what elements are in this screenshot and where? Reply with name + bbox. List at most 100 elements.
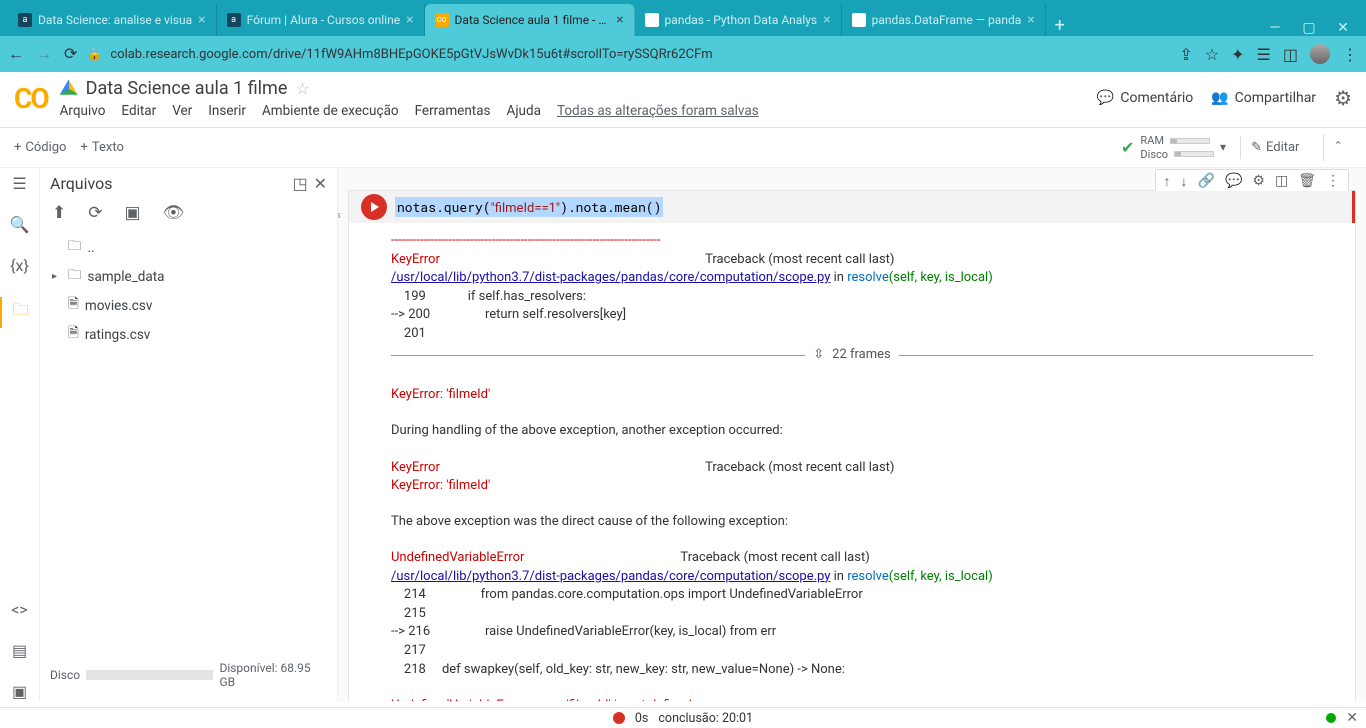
star-doc-icon[interactable]: ☆ [295,79,309,98]
close-icon[interactable]: × [1027,12,1034,28]
add-text-button[interactable]: + Texto [80,140,123,155]
browser-tab-active[interactable]: coData Science aula 1 filme - Co× [425,4,635,36]
more-cell-icon[interactable]: ⋮ [1326,173,1340,190]
favicon-icon: a [18,13,32,27]
menu-ferramentas[interactable]: Ferramentas [415,103,491,119]
browser-tab[interactable]: aFórum | Alura - Cursos online× [217,4,425,36]
browser-tabstrip: aData Science: analise e visua× aFórum |… [0,0,1366,36]
reload-icon[interactable]: ⟳ [64,44,77,64]
back-icon[interactable]: ← [8,44,24,64]
close-window-icon[interactable]: ✕ [1328,20,1358,36]
favicon-icon: | | [645,13,659,27]
panel-popout-icon[interactable]: ◳ [292,174,307,193]
menu-icon[interactable]: ⋮ [1342,45,1358,64]
code-cell[interactable]: ↑ ↓ 🔗 💬 ⚙ ◫ 🗑 ⋮ 0s notas.query("filmeId=… [348,190,1356,701]
share-url-icon[interactable]: ⇪ [1179,45,1192,64]
ram-bar [1170,138,1210,144]
profile-avatar[interactable] [1310,44,1330,64]
error-indicator: 0s [338,195,341,221]
comment-button[interactable]: 💬 Comentário [1097,90,1193,106]
menu-runtime[interactable]: Ambiente de execução [262,103,399,119]
mount-drive-icon[interactable]: ▣ [125,203,141,223]
toc-icon[interactable]: ☰ [12,174,26,193]
favicon-icon: a [227,13,241,27]
code-input[interactable]: notas.query("filmeId==1").nota.mean() [395,197,663,217]
disk-bar [1174,151,1214,157]
visibility-off-icon[interactable]: 👁 [163,203,185,223]
collapse-button[interactable]: ˆ [1323,134,1352,161]
terminal-icon[interactable]: ▣ [12,682,27,701]
files-icon[interactable]: 🗀 [0,297,39,328]
file-tree: 🗀 .. ▸🗀 sample_data 🗎 movies.csv 🗎 ratin… [50,233,327,349]
code-snippets-icon[interactable]: <> [11,600,28,619]
save-status[interactable]: Todas as alterações foram salvas [557,103,759,119]
forward-icon[interactable]: → [36,44,52,64]
notebook-main[interactable]: ↑ ↓ 🔗 💬 ⚙ ◫ 🗑 ⋮ 0s notas.query("filmeId=… [338,168,1366,701]
disk-usage: Disco Disponível: 68.95 GB [50,655,327,695]
panel-close-icon[interactable]: ✕ [314,174,327,193]
menu-ver[interactable]: Ver [172,103,192,119]
upload-icon[interactable]: ⬆ [52,203,66,223]
files-panel: Arquivos ◳ ✕ ⬆ ⟳ ▣ 👁 🗀 .. ▸🗀 sample_data… [40,168,338,701]
menu-arquivo[interactable]: Arquivo [60,103,106,119]
colab-header: CO Data Science aula 1 filme ☆ Arquivo E… [0,72,1366,128]
variables-icon[interactable]: {x} [10,256,29,275]
browser-tab[interactable]: aData Science: analise e visua× [8,4,217,36]
edit-button[interactable]: ✎ Editar [1240,136,1309,159]
status-connected-icon [1326,713,1336,723]
gear-icon[interactable]: ⚙ [1334,86,1352,110]
notebook-toolbar: + Código + Texto ✔ RAM Disco ▾ ✎ Editar … [0,128,1366,168]
doc-title[interactable]: Data Science aula 1 filme [86,78,288,99]
colab-logo-icon[interactable]: CO [14,82,48,115]
tree-file[interactable]: 🗎 ratings.csv [50,320,327,349]
new-tab-button[interactable]: + [1046,15,1074,36]
delete-cell-icon[interactable]: 🗑 [1298,173,1316,190]
window-controls: — ▢ ✕ [1260,20,1358,36]
frames-expander[interactable]: ⇳22 frames [391,346,1313,364]
close-icon[interactable]: × [616,12,623,28]
sidepanel-icon[interactable]: ◫ [1283,45,1298,64]
minimize-icon[interactable]: — [1260,20,1290,36]
address-bar: ← → ⟳ 🔒 colab.research.google.com/drive/… [0,36,1366,72]
close-icon[interactable]: × [406,12,413,28]
colab-icon: co [435,13,449,27]
reading-list-icon[interactable]: ☰ [1257,45,1271,64]
link-cell-icon[interactable]: 🔗 [1198,173,1215,190]
menu-ajuda[interactable]: Ajuda [507,103,541,119]
menu-inserir[interactable]: Inserir [208,103,246,119]
exec-time: 0s [338,211,341,221]
cell-input: notas.query("filmeId==1").nota.mean() [349,191,1355,223]
status-close-icon[interactable]: ✕ [1346,710,1358,726]
settings-cell-icon[interactable]: ⚙ [1252,173,1265,190]
share-button[interactable]: 👥 Compartilhar [1211,90,1316,106]
run-button[interactable] [361,194,387,220]
add-code-button[interactable]: + Código [14,140,66,155]
favicon-icon: | | [852,13,866,27]
close-icon[interactable]: × [198,12,205,28]
browser-tab[interactable]: | |pandas - Python Data Analys× [635,4,842,36]
star-icon[interactable]: ☆ [1205,45,1219,64]
menu-editar[interactable]: Editar [121,103,156,119]
close-icon[interactable]: × [823,12,830,28]
chevron-down-icon[interactable]: ▾ [1220,140,1226,154]
status-error-icon [613,712,625,724]
command-palette-icon[interactable]: ▤ [12,641,27,660]
mirror-cell-icon[interactable]: ◫ [1275,173,1288,190]
move-down-icon[interactable]: ↓ [1181,173,1188,190]
url-field[interactable]: 🔒 colab.research.google.com/drive/11fW9A… [87,47,1169,62]
maximize-icon[interactable]: ▢ [1294,20,1324,36]
left-rail: ☰ 🔍 {x} 🗀 <> ▤ ▣ [0,168,40,701]
menu-bar: Arquivo Editar Ver Inserir Ambiente de e… [60,103,1085,127]
comment-cell-icon[interactable]: 💬 [1225,173,1242,190]
refresh-icon[interactable]: ⟳ [88,203,102,223]
cell-output: ----------------------------------------… [349,223,1355,701]
tree-folder[interactable]: ▸🗀 sample_data [50,262,327,291]
search-icon[interactable]: 🔍 [10,215,30,234]
extensions-icon[interactable]: ✦ [1231,45,1244,64]
move-up-icon[interactable]: ↑ [1164,173,1171,190]
tree-file[interactable]: 🗎 movies.csv [50,291,327,320]
browser-tab[interactable]: | |pandas.DataFrame — panda× [842,4,1046,36]
resources-indicator[interactable]: ✔ RAM Disco ▾ [1121,134,1226,160]
tree-parent[interactable]: 🗀 .. [50,233,327,262]
disk-usage-bar [86,670,213,680]
